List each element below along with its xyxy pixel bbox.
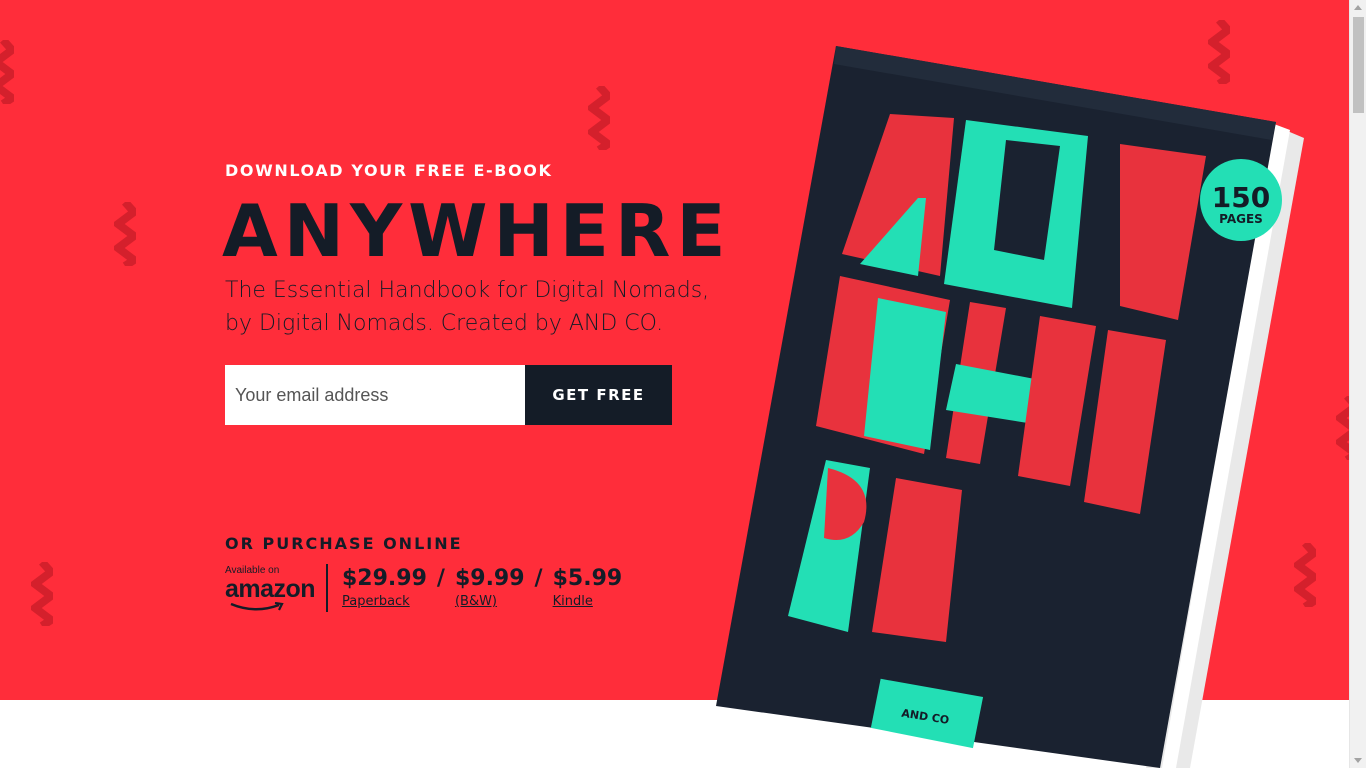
- page-title: ANYWHERE: [222, 189, 732, 273]
- book-cover-image: 150 PAGES AND CO: [716, 46, 1304, 768]
- price-amount: $29.99: [342, 566, 427, 591]
- price-amount: $9.99: [454, 566, 525, 591]
- page: DOWNLOAD YOUR FREE E-BOOK ANYWHERE The E…: [0, 0, 1366, 768]
- paperback-link[interactable]: Paperback: [342, 594, 427, 609]
- squiggle-decoration: [31, 562, 53, 626]
- squiggle-decoration: [114, 202, 136, 266]
- price-separator: /: [436, 566, 445, 591]
- kindle-link[interactable]: Kindle: [553, 594, 623, 609]
- price-options: $29.99 Paperback / $9.99 (B&W) / $5.99 K…: [342, 566, 632, 609]
- squiggle-decoration: [0, 40, 14, 104]
- price-amount: $5.99: [552, 566, 623, 591]
- squiggle-decoration: [1336, 396, 1349, 460]
- amazon-logo[interactable]: Available on amazon: [225, 565, 325, 612]
- squiggle-decoration: [588, 86, 610, 150]
- scroll-up-icon[interactable]: [1354, 5, 1362, 10]
- vertical-scrollbar[interactable]: [1349, 0, 1366, 768]
- price-option-bw: $9.99 (B&W): [455, 566, 525, 609]
- purchase-heading: OR PURCHASE ONLINE: [225, 534, 463, 553]
- pages-badge: 150 PAGES: [1200, 159, 1282, 241]
- page-subtitle: The Essential Handbook for Digital Nomad…: [225, 278, 710, 336]
- amazon-wordmark: amazon: [225, 575, 316, 603]
- amazon-smile-icon: [230, 602, 284, 611]
- price-separator: /: [534, 566, 543, 591]
- signup-form: GET FREE: [225, 365, 672, 425]
- vertical-divider: [326, 564, 328, 612]
- badge-label: PAGES: [1219, 212, 1263, 226]
- scroll-down-icon[interactable]: [1354, 758, 1362, 763]
- bw-link[interactable]: (B&W): [455, 594, 525, 609]
- price-option-paperback: $29.99 Paperback: [342, 566, 427, 609]
- email-field[interactable]: [225, 365, 525, 425]
- get-free-button[interactable]: GET FREE: [525, 365, 672, 425]
- scrollbar-thumb[interactable]: [1353, 17, 1364, 113]
- eyebrow-heading: DOWNLOAD YOUR FREE E-BOOK: [225, 161, 553, 180]
- badge-number: 150: [1212, 181, 1270, 214]
- price-option-kindle: $5.99 Kindle: [553, 566, 623, 609]
